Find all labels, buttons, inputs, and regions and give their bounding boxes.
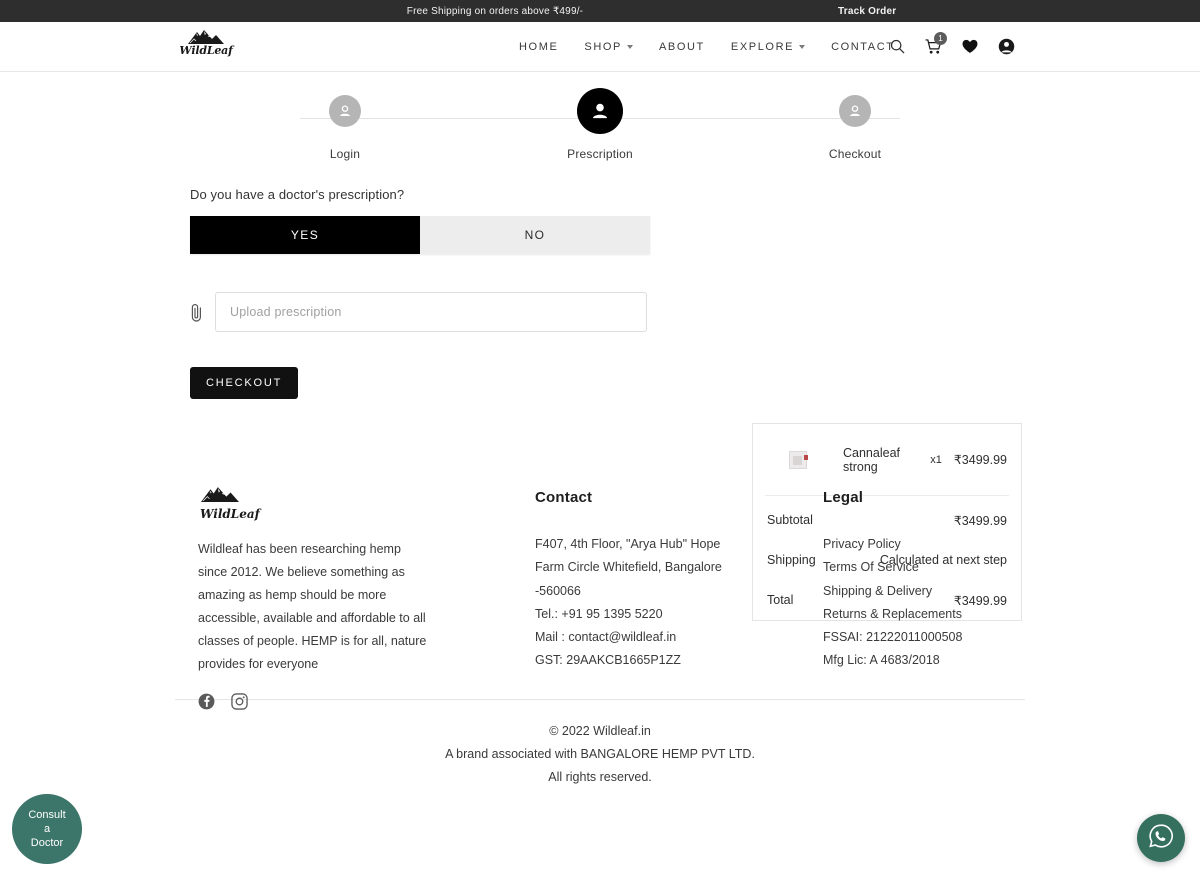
- step-checkout[interactable]: Checkout: [810, 95, 900, 161]
- nav-item-explore[interactable]: EXPLORE: [730, 40, 806, 53]
- legal-link-shipping-delivery[interactable]: Shipping & Delivery: [823, 580, 962, 603]
- copyright-line: All rights reserved.: [548, 770, 652, 784]
- consult-line-1: Consult: [28, 809, 66, 821]
- main-navigation: HOME SHOP ABOUT EXPLORE CONTACT: [519, 41, 895, 53]
- facebook-icon[interactable]: [198, 693, 215, 710]
- step-checkout-icon: [839, 95, 871, 127]
- nav-label: HOME: [519, 40, 559, 53]
- footer-copyright: © 2022 Wildleaf.in A brand associated wi…: [0, 700, 1200, 789]
- mountain-logo-icon: [198, 484, 242, 508]
- whatsapp-chat-button[interactable]: [1137, 814, 1185, 862]
- footer-brand-column: WildLeaf Wildleaf has been researching h…: [198, 484, 438, 710]
- legal-link-returns-replacements[interactable]: Returns & Replacements: [823, 603, 962, 626]
- track-order-link[interactable]: Track Order: [838, 6, 896, 17]
- step-prescription[interactable]: Prescription: [555, 88, 645, 161]
- contact-line: -560066: [535, 583, 581, 598]
- checkout-button[interactable]: CHECKOUT: [190, 367, 299, 399]
- footer-contact-title: Contact: [535, 489, 593, 506]
- search-icon[interactable]: [890, 39, 905, 54]
- nav-label: CONTACT: [831, 40, 895, 53]
- legal-mfg-licence: Mfg Lic: A 4683/2018: [823, 653, 940, 668]
- footer-logo-wordmark: WildLeaf: [200, 507, 260, 521]
- prescription-yes-button[interactable]: YES: [190, 216, 420, 254]
- nav-item-home[interactable]: HOME: [519, 41, 558, 53]
- mountain-logo-icon: [186, 27, 226, 45]
- chevron-down-icon: [626, 44, 633, 49]
- footer-social-links: [198, 693, 438, 710]
- nav-item-contact[interactable]: CONTACT: [831, 41, 895, 53]
- prescription-form: Do you have a doctor's prescription? YES…: [190, 187, 650, 399]
- copyright-line: © 2022 Wildleaf.in: [549, 724, 651, 738]
- cart-icon[interactable]: 1: [925, 31, 947, 55]
- consult-line-2: a: [43, 823, 51, 835]
- step-login-icon: [329, 95, 361, 127]
- nav-item-shop[interactable]: SHOP: [584, 41, 633, 53]
- contact-email: Mail : contact@wildleaf.in: [535, 630, 677, 645]
- consult-a-doctor-button[interactable]: Consult a Doctor: [12, 794, 82, 864]
- nav-label: EXPLORE: [730, 40, 795, 53]
- upload-prescription-placeholder: Upload prescription: [230, 305, 342, 319]
- whatsapp-icon: [1148, 823, 1174, 854]
- step-login[interactable]: Login: [300, 95, 390, 161]
- legal-fssai-number: FSSAI: 21222011000508: [823, 630, 963, 645]
- footer-contact-column: Contact F407, 4th Floor, "Arya Hub" Hope…: [535, 489, 722, 673]
- logo-wordmark: WildLeaf: [179, 44, 233, 57]
- announcement-message: Free Shipping on orders above ₹499/-: [406, 5, 584, 17]
- nav-item-about[interactable]: ABOUT: [659, 41, 705, 53]
- stepper-steps: Login Prescription Checkout: [300, 88, 900, 161]
- footer-columns: WildLeaf Wildleaf has been researching h…: [175, 484, 1025, 710]
- main-content: Do you have a doctor's prescription? YES…: [0, 172, 1200, 621]
- legal-link-terms-of-service[interactable]: Terms Of Service: [823, 556, 962, 579]
- chevron-down-icon: [799, 44, 806, 49]
- step-prescription-icon: [577, 88, 623, 134]
- consult-line-3: Doctor: [30, 837, 64, 849]
- copyright-line: A brand associated with BANGALORE HEMP P…: [445, 747, 755, 761]
- step-checkout-label: Checkout: [828, 147, 882, 161]
- site-logo[interactable]: WildLeaf: [179, 27, 233, 57]
- footer-description: Wildleaf has been researching hemp since…: [198, 542, 427, 671]
- cart-count-badge: 1: [934, 31, 947, 45]
- instagram-icon[interactable]: [231, 693, 248, 710]
- wishlist-heart-icon[interactable]: [962, 39, 978, 54]
- site-footer: WildLeaf Wildleaf has been researching h…: [0, 422, 1200, 789]
- prescription-toggle-group: YES NO: [190, 216, 650, 254]
- footer-legal-column: Legal Privacy Policy Terms Of Service Sh…: [823, 489, 962, 673]
- nav-label: ABOUT: [658, 40, 705, 53]
- contact-phone: Tel.: +91 95 1395 5220: [535, 606, 663, 621]
- legal-link-privacy-policy[interactable]: Privacy Policy: [823, 533, 962, 556]
- prescription-no-button[interactable]: NO: [420, 216, 650, 254]
- footer-logo[interactable]: WildLeaf: [198, 484, 438, 521]
- upload-prescription-input[interactable]: Upload prescription: [215, 292, 647, 332]
- step-prescription-label: Prescription: [567, 147, 633, 161]
- site-header: WildLeaf HOME SHOP ABOUT EXPLORE CONTACT: [0, 22, 1200, 72]
- contact-line: Farm Circle Whitefield, Bangalore: [535, 560, 722, 575]
- prescription-question: Do you have a doctor's prescription?: [190, 187, 405, 202]
- header-icons: 1: [890, 31, 1015, 55]
- contact-gst: GST: 29AAKCB1665P1ZZ: [535, 653, 681, 668]
- checkout-stepper: Login Prescription Checkout: [300, 72, 900, 172]
- account-icon[interactable]: [998, 38, 1015, 55]
- announcement-bar: Free Shipping on orders above ₹499/- Tra…: [0, 0, 1200, 22]
- nav-label: SHOP: [584, 40, 622, 53]
- upload-row: Upload prescription: [190, 292, 650, 332]
- contact-line: F407, 4th Floor, "Arya Hub" Hope: [535, 537, 721, 551]
- step-login-label: Login: [329, 147, 361, 161]
- paperclip-icon: [190, 303, 203, 322]
- footer-legal-title: Legal: [823, 489, 864, 506]
